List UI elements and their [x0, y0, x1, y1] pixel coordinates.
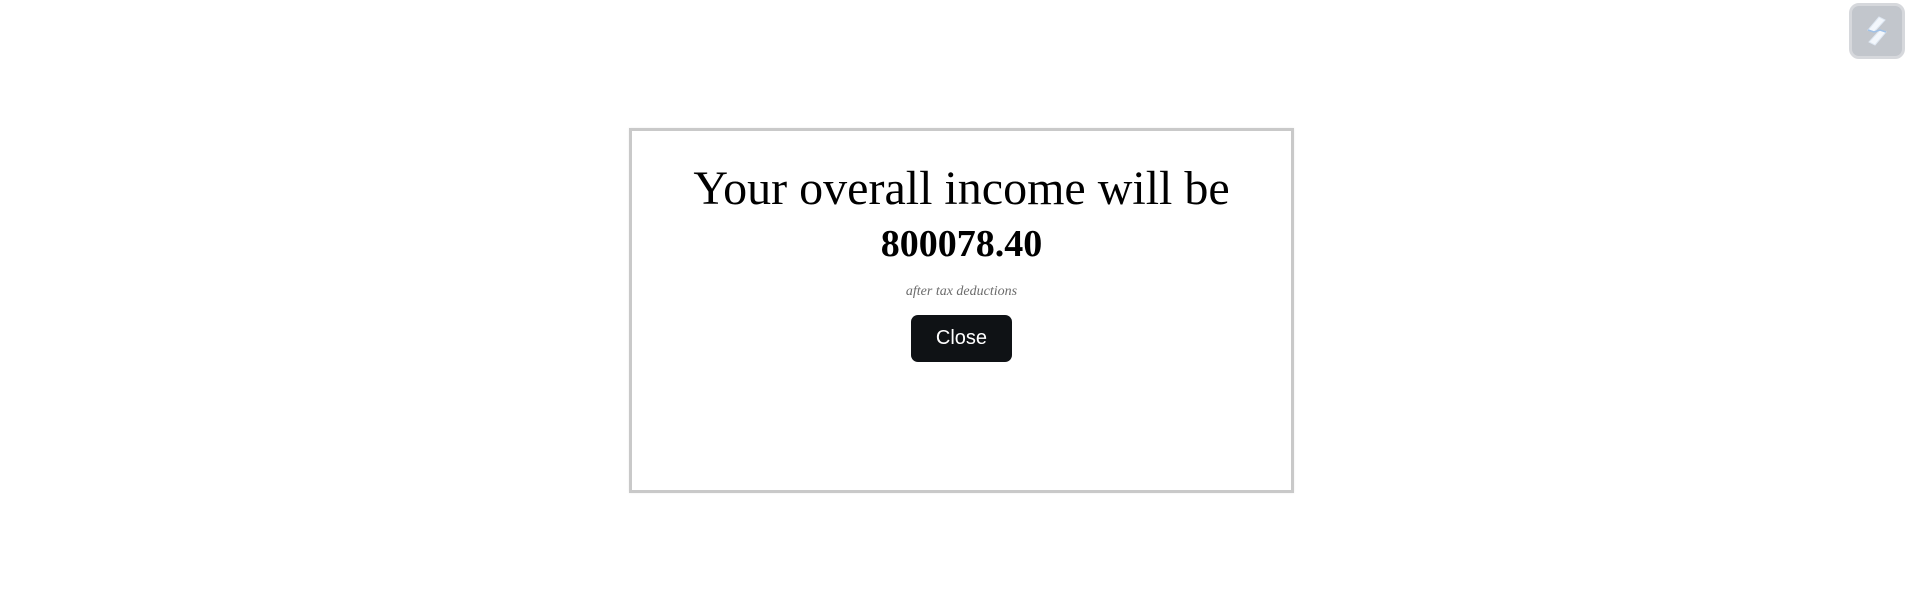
- modal-title: Your overall income will be: [693, 162, 1230, 215]
- income-amount: 800078.40: [880, 223, 1043, 265]
- app-logo-icon: [1867, 16, 1887, 46]
- extension-badge[interactable]: [1849, 3, 1905, 59]
- close-button[interactable]: Close: [911, 315, 1012, 362]
- page: Your overall income will be 800078.40 af…: [0, 0, 1920, 591]
- income-result-modal: Your overall income will be 800078.40 af…: [629, 128, 1294, 493]
- tax-note: after tax deductions: [905, 284, 1018, 299]
